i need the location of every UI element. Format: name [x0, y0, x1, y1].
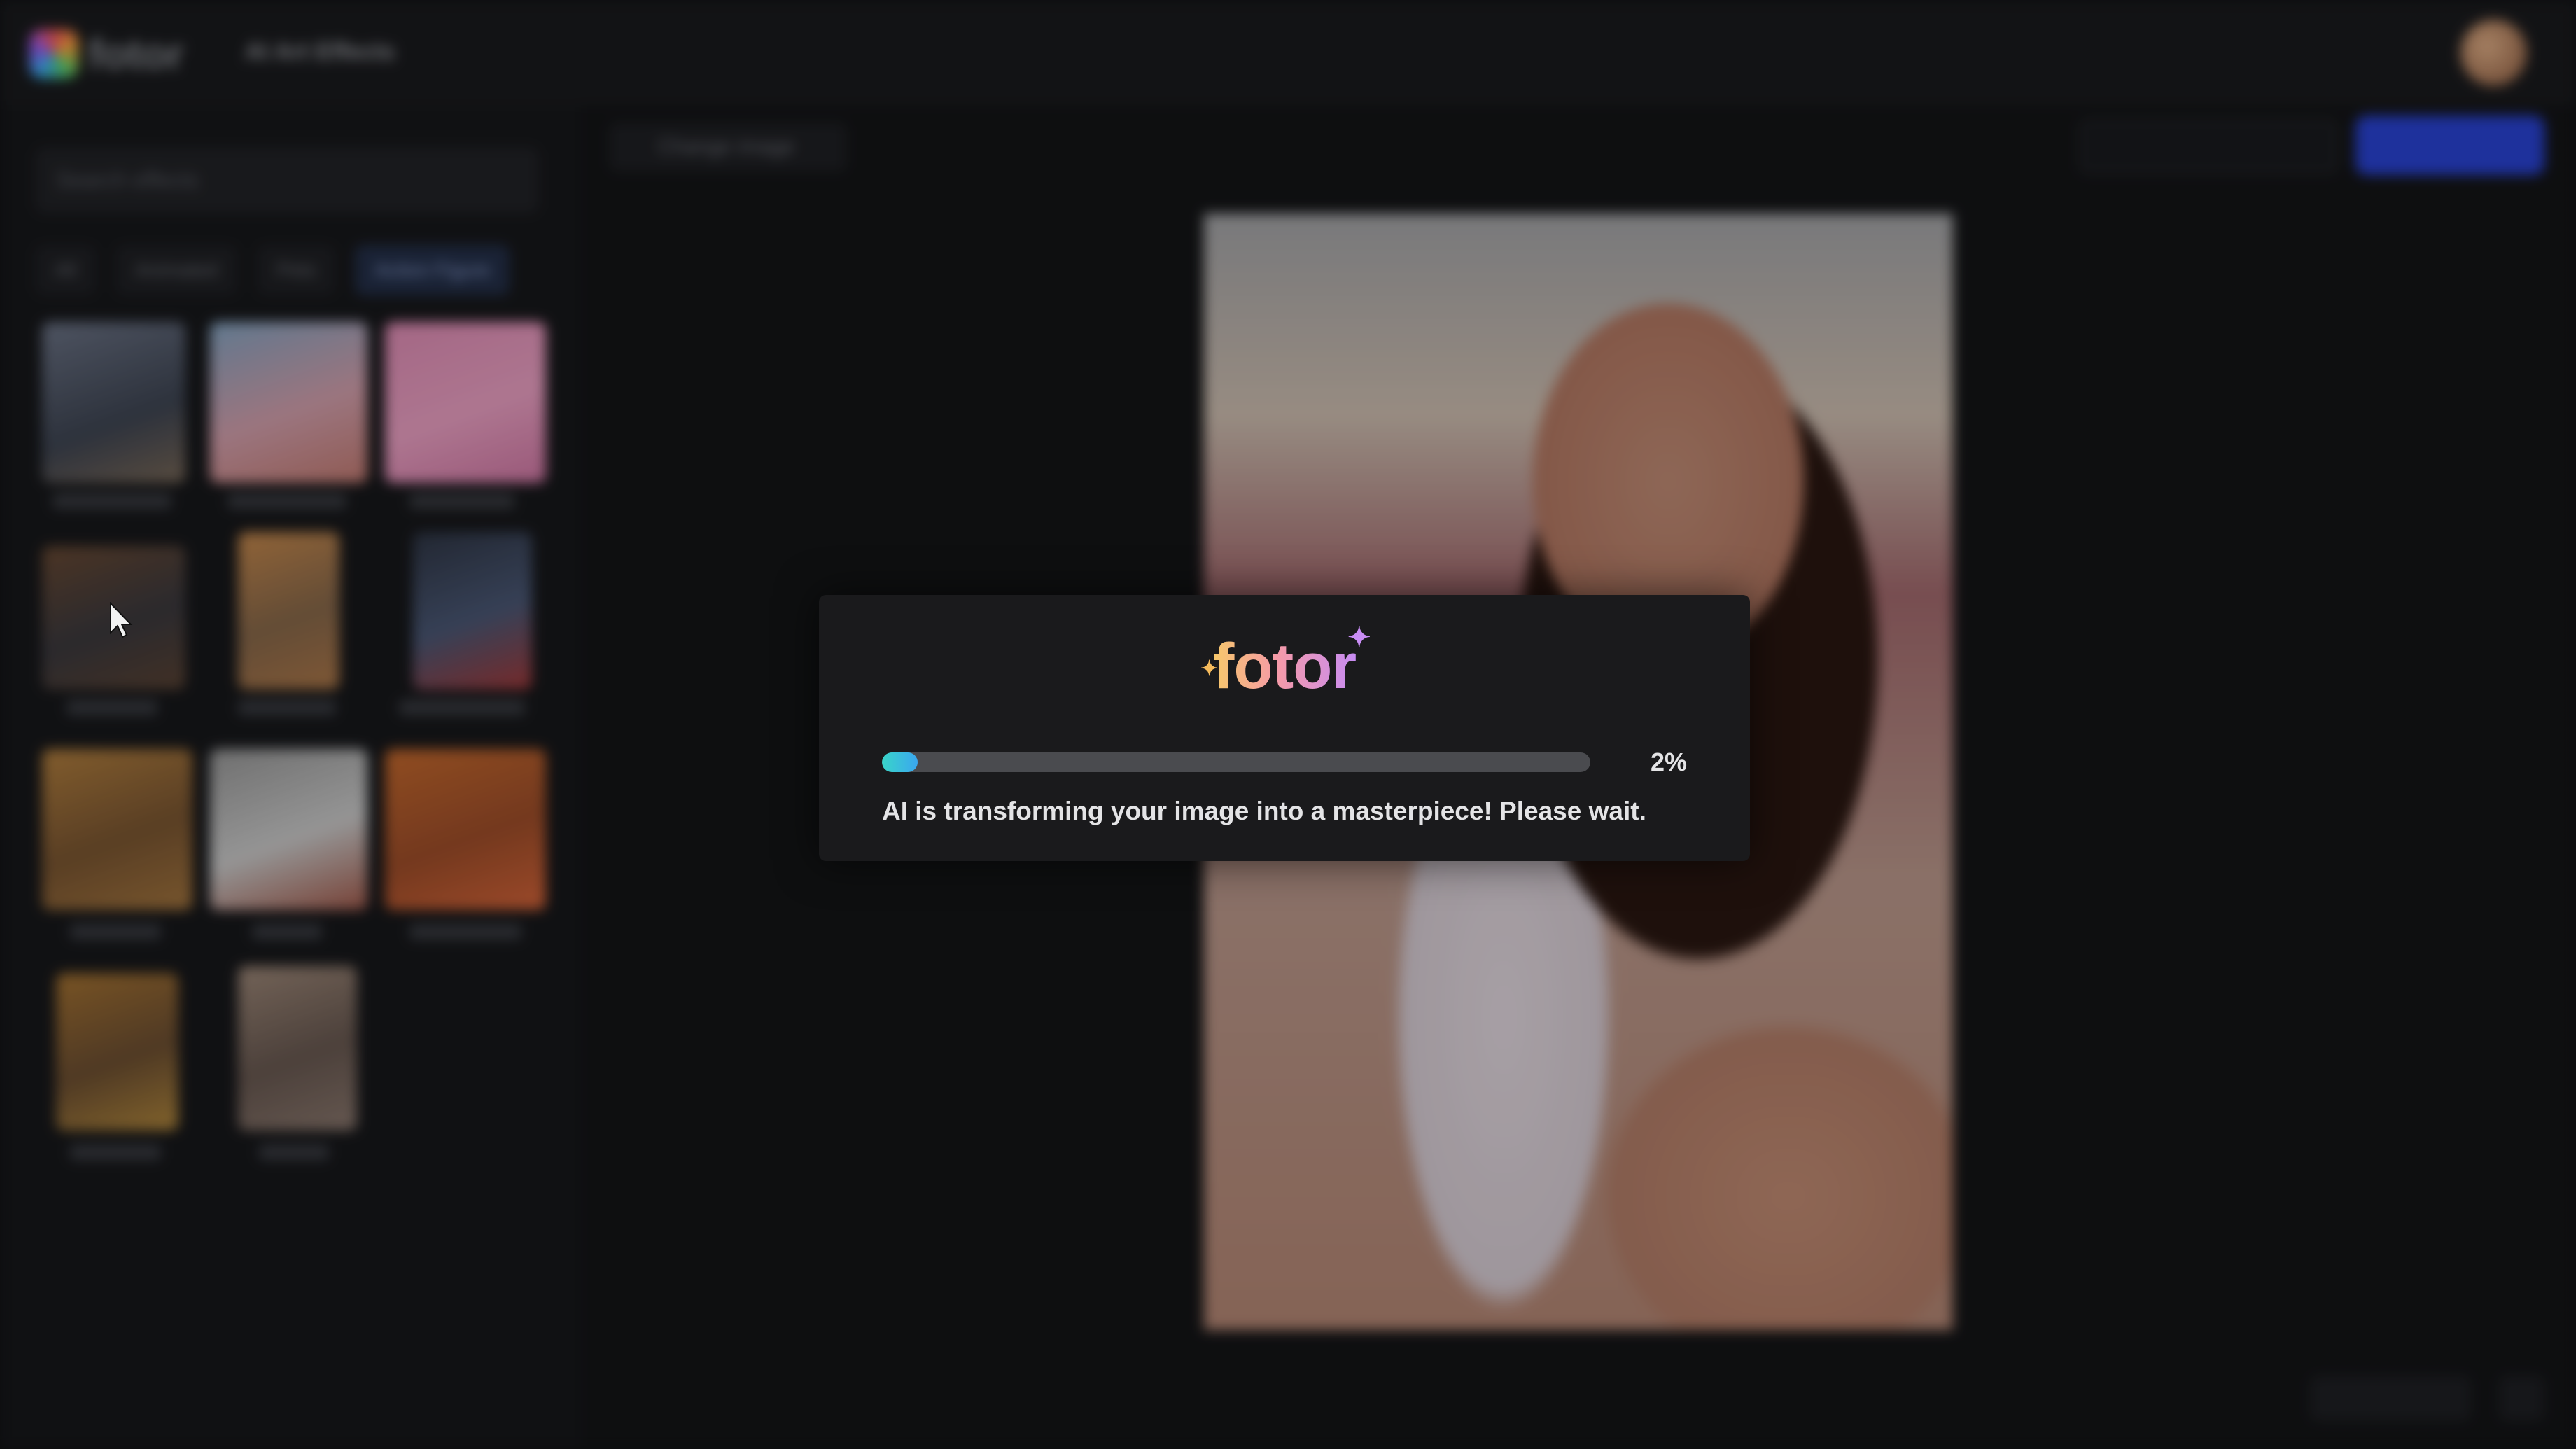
cursor-arrow-icon	[110, 602, 133, 638]
screen: fotor AI Art Effects Search effects All …	[0, 0, 2576, 1449]
progress-bar	[882, 752, 1590, 772]
modal-logo-text: fotor	[1212, 631, 1357, 702]
progress-message: AI is transforming your image into a mas…	[882, 797, 1646, 825]
progress-percentage: 2%	[1651, 748, 1688, 776]
fotor-modal-logo: ✦ fotor ✦	[819, 622, 1750, 704]
logo-dot-icon: ✦	[1200, 657, 1218, 680]
sparkle-icon: ✦	[1348, 622, 1371, 653]
ai-processing-dialog: ✦ fotor ✦ 2% AI is transforming your ima…	[819, 595, 1750, 861]
progress-bar-fill	[882, 752, 918, 772]
